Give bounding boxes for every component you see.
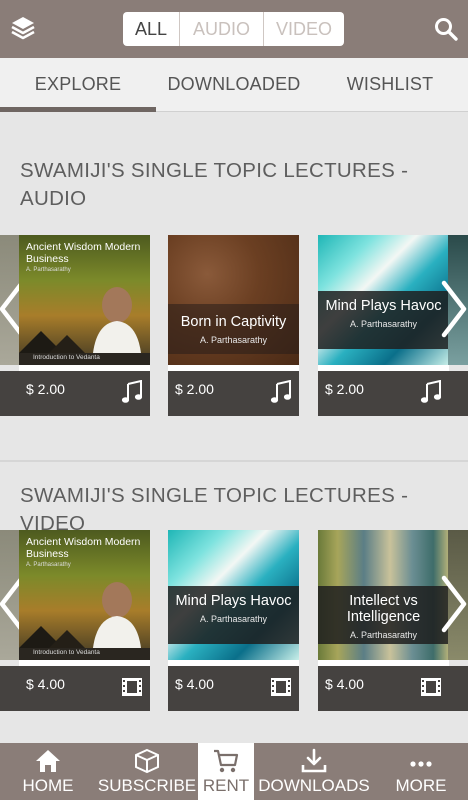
price-bar: $ 2.00 xyxy=(19,371,150,416)
price-bar: $ 4.00 xyxy=(19,666,150,711)
nav-label: HOME xyxy=(22,776,74,795)
section-title: SWAMIJI'S SINGLE TOPIC LECTURES - AUDIO xyxy=(20,159,409,210)
price-label: $ 2.00 xyxy=(26,381,65,397)
music-note-icon xyxy=(420,379,442,404)
cover-subtitle: Introduction to Vedanta xyxy=(33,649,100,656)
cover-author: A. Parthasarathy xyxy=(349,630,418,640)
filter-video-button[interactable]: VIDEO xyxy=(263,12,344,46)
price-label: $ 4.00 xyxy=(325,676,364,692)
nav-more[interactable]: MORE xyxy=(374,743,468,800)
product-card[interactable]: Mind Plays Havoc A. Parthasarathy $ 2.00 xyxy=(318,235,449,416)
price-bar: $ 4.00 xyxy=(318,666,449,711)
cover-title: Ancient Wisdom Modern Business xyxy=(26,241,141,265)
nav-label: RENT xyxy=(202,776,250,795)
cover-author: A. Parthasarathy xyxy=(199,614,268,624)
home-icon xyxy=(36,750,60,772)
filter-all-button[interactable]: ALL xyxy=(123,12,179,46)
cover-title: Ancient Wisdom Modern Business xyxy=(26,536,141,560)
product-card[interactable]: Mind Plays Havoc A. Parthasarathy $ 4.00 xyxy=(168,530,299,711)
product-card[interactable]: Ancient Wisdom Modern Business A. Partha… xyxy=(19,235,150,416)
film-icon xyxy=(121,675,143,699)
search-icon[interactable] xyxy=(433,16,459,42)
cover-title: Mind Plays Havoc xyxy=(325,298,442,314)
bottom-nav: HOME SUBSCRIBE RENT DOWNLOADS MORE xyxy=(0,743,468,800)
cover-caption: Born in Captivity A. Parthasarathy xyxy=(168,304,299,354)
product-card[interactable]: Born in Captivity A. Parthasarathy $ 2.0… xyxy=(168,235,299,416)
cover-caption: Intellect vs Intelligence A. Parthasarat… xyxy=(318,586,449,644)
tab-wishlist[interactable]: WISHLIST xyxy=(312,58,468,111)
cover-ancient-wisdom: Ancient Wisdom Modern Business A. Partha… xyxy=(19,235,150,365)
music-note-icon xyxy=(121,379,143,404)
more-dots-icon xyxy=(410,761,432,767)
cover-caption: Mind Plays Havoc A. Parthasarathy xyxy=(168,586,299,644)
film-icon xyxy=(270,675,292,699)
carousel-next-arrow[interactable] xyxy=(436,279,468,339)
nav-label: DOWNLOADS xyxy=(258,776,370,795)
download-icon xyxy=(301,748,327,773)
media-filter-segmented: ALL AUDIO VIDEO xyxy=(123,12,344,46)
nav-subscribe[interactable]: SUBSCRIBE xyxy=(96,743,198,800)
film-icon xyxy=(420,675,442,699)
cover-title: Intellect vs Intelligence xyxy=(346,593,421,625)
product-card[interactable]: Ancient Wisdom Modern Business A. Partha… xyxy=(19,530,150,711)
nav-downloads[interactable]: DOWNLOADS xyxy=(254,743,374,800)
cover-mind-plays-havoc: Mind Plays Havoc A. Parthasarathy xyxy=(168,530,299,660)
cover-author: A. Parthasarathy xyxy=(26,267,71,273)
tab-downloaded[interactable]: DOWNLOADED xyxy=(156,58,312,111)
nav-label: SUBSCRIBE xyxy=(97,776,197,795)
cover-intellect-vs-intelligence: Intellect vs Intelligence A. Parthasarat… xyxy=(318,530,449,660)
nav-home[interactable]: HOME xyxy=(0,743,96,800)
tab-explore[interactable]: EXPLORE xyxy=(0,58,156,112)
audio-section: SWAMIJI'S SINGLE TOPIC LECTURES - AUDIO … xyxy=(0,113,468,458)
content-tabs: EXPLORE DOWNLOADED WISHLIST xyxy=(0,58,468,112)
price-bar: $ 2.00 xyxy=(318,371,449,416)
cover-author: A. Parthasarathy xyxy=(26,562,71,568)
filter-audio-button[interactable]: AUDIO xyxy=(179,12,263,46)
price-label: $ 2.00 xyxy=(325,381,364,397)
nav-label: MORE xyxy=(395,776,447,795)
video-section: SWAMIJI'S SINGLE TOPIC LECTURES - VIDEO … xyxy=(0,460,468,742)
price-label: $ 4.00 xyxy=(175,676,214,692)
cover-ancient-wisdom: Ancient Wisdom Modern Business A. Partha… xyxy=(19,530,150,660)
cover-author: A. Parthasarathy xyxy=(349,319,418,329)
price-bar: $ 2.00 xyxy=(168,371,299,416)
carousel-next-arrow[interactable] xyxy=(436,574,468,634)
top-bar: ALL AUDIO VIDEO xyxy=(0,0,468,58)
cover-author: A. Parthasarathy xyxy=(199,335,268,345)
layers-icon[interactable] xyxy=(9,14,37,42)
price-label: $ 2.00 xyxy=(175,381,214,397)
nav-rent[interactable]: RENT xyxy=(198,743,254,800)
cover-title: Born in Captivity xyxy=(180,314,287,330)
cover-born-in-captivity: Born in Captivity A. Parthasarathy xyxy=(168,235,299,365)
price-bar: $ 4.00 xyxy=(168,666,299,711)
box-icon xyxy=(135,748,159,774)
cover-subtitle: Introduction to Vedanta xyxy=(33,354,100,361)
cover-title: Mind Plays Havoc xyxy=(175,593,292,609)
price-label: $ 4.00 xyxy=(26,676,65,692)
cart-icon xyxy=(214,749,239,773)
cover-caption: Mind Plays Havoc A. Parthasarathy xyxy=(318,291,449,349)
cover-mind-plays-havoc: Mind Plays Havoc A. Parthasarathy xyxy=(318,235,449,365)
product-card[interactable]: Intellect vs Intelligence A. Parthasarat… xyxy=(318,530,449,711)
music-note-icon xyxy=(270,379,292,404)
